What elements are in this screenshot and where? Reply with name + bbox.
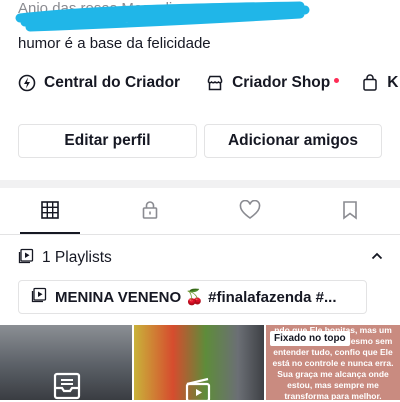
heart-icon [239,199,261,225]
tab-liked[interactable] [200,190,300,234]
playlists-header[interactable]: 1 Playlists [18,246,384,270]
profile-name: Anjo das rosas Masculin [18,0,181,17]
tab-private[interactable] [100,190,200,234]
notification-dot [334,77,340,83]
creator-shop-link[interactable]: Criador Shop [206,74,340,92]
bookmark-icon [341,200,359,225]
lightning-bulb-icon [18,74,36,92]
playlist-item[interactable]: MENINA VENENO 🍒 #finalafazenda #... [18,280,367,314]
creator-links-row: Central do Criador Criador Shop K [0,66,400,100]
creator-shop-label: Criador Shop [232,74,331,91]
inbox-icon [53,372,81,400]
lock-icon [140,200,160,225]
section-divider [0,180,400,188]
profile-bio: humor é a base da felicidade [18,35,211,52]
creator-center-label: Central do Criador [44,74,181,91]
shopping-bag-icon [361,74,379,92]
grid-icon [40,200,60,225]
edit-profile-button[interactable]: Editar perfil [18,124,197,158]
chevron-up-icon[interactable] [370,249,384,268]
playlists-count-label: 1 Playlists [42,249,112,266]
tabs-bottom-border [0,234,400,235]
bag-link[interactable]: K [361,74,398,92]
profile-tabs [0,190,400,234]
add-friends-button[interactable]: Adicionar amigos [204,124,382,158]
playlist-icon [31,287,47,308]
tab-videos[interactable] [0,190,100,234]
bag-label: K [387,74,399,91]
creator-center-link[interactable]: Central do Criador [18,74,180,92]
playlist-title: MENINA VENENO 🍒 #finalafazenda #... [55,289,337,306]
clapper-icon [185,377,211,400]
tab-favorites[interactable] [300,190,400,234]
pinned-badge: Fixado no topo [270,331,350,346]
video-thumbnail[interactable] [134,325,264,400]
video-thumbnail[interactable] [0,325,132,400]
shop-icon [206,74,224,92]
playlist-icon [18,248,34,269]
